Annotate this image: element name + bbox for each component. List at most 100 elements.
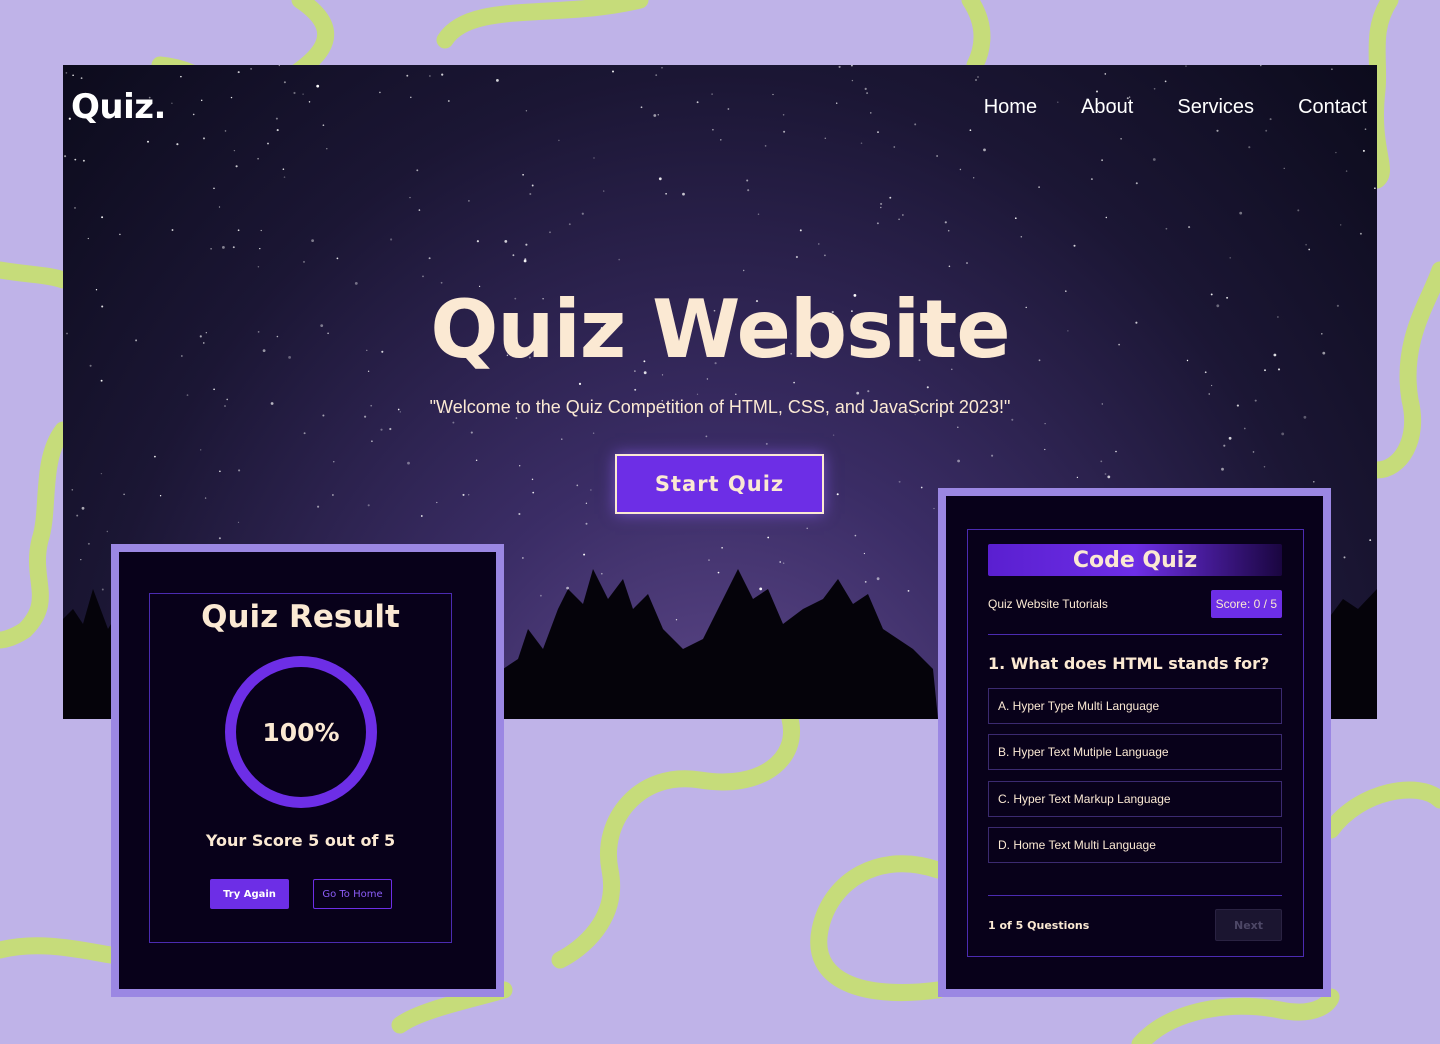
star [578, 382, 582, 385]
star [1044, 448, 1046, 451]
star [418, 209, 421, 211]
go-to-home-button[interactable]: Go To Home [313, 879, 392, 909]
star [832, 434, 835, 436]
star [568, 223, 571, 226]
star [525, 110, 528, 112]
star [380, 428, 383, 431]
star [783, 130, 786, 133]
nav-about-link[interactable]: About [1081, 96, 1133, 119]
star [1362, 149, 1365, 152]
star [237, 521, 240, 523]
star [504, 240, 508, 243]
star [914, 123, 917, 126]
question-text: 1. What does HTML stands for? [988, 654, 1270, 673]
star [260, 229, 262, 232]
star [757, 213, 760, 215]
star [1104, 73, 1107, 75]
nav-home-link[interactable]: Home [984, 96, 1037, 119]
main-nav: Home About Services Contact [984, 96, 1367, 119]
nav-services-link[interactable]: Services [1177, 96, 1254, 119]
star [870, 112, 872, 114]
star [836, 102, 838, 104]
star [233, 149, 236, 152]
star [81, 506, 85, 510]
star [1248, 146, 1251, 149]
star [824, 254, 826, 257]
star [1239, 211, 1243, 215]
star [1101, 159, 1103, 162]
star [735, 393, 737, 396]
star [441, 73, 444, 76]
star [864, 87, 867, 90]
star [159, 495, 162, 497]
option-d[interactable]: D. Home Text Multi Language [988, 827, 1282, 863]
star [926, 386, 929, 389]
star [1305, 243, 1307, 246]
star [1120, 137, 1122, 140]
star [192, 113, 195, 116]
star [71, 489, 74, 491]
star [1313, 481, 1315, 483]
star [302, 93, 304, 95]
star [818, 243, 820, 245]
star [795, 255, 798, 259]
star [1100, 460, 1103, 463]
star [1014, 217, 1017, 220]
star [257, 157, 259, 160]
star [561, 438, 563, 440]
logo[interactable]: Quiz. [71, 87, 166, 127]
star [529, 193, 532, 195]
score-ring: 100% [225, 656, 377, 808]
code-quiz-box: Code Quiz Quiz Website Tutorials Score: … [967, 529, 1304, 957]
start-quiz-button[interactable]: Start Quiz [615, 454, 824, 514]
star [447, 100, 450, 102]
star [1038, 186, 1040, 188]
next-button[interactable]: Next [1215, 909, 1282, 941]
star [531, 184, 534, 187]
star [316, 84, 320, 88]
star [1188, 226, 1191, 229]
star [603, 190, 605, 192]
star [171, 229, 174, 231]
star [525, 243, 528, 246]
star [1210, 384, 1213, 387]
option-c[interactable]: C. Hyper Text Markup Language [988, 781, 1282, 817]
star [210, 247, 212, 250]
star [389, 427, 392, 431]
star [317, 505, 320, 508]
option-b[interactable]: B. Hyper Text Mutiple Language [988, 734, 1282, 770]
quiz-result-panel: Quiz Result 100% Your Score 5 out of 5 T… [119, 552, 496, 989]
star [420, 515, 423, 517]
star [1164, 80, 1167, 83]
star [657, 114, 659, 116]
star [422, 275, 424, 278]
star [87, 542, 90, 545]
try-again-button[interactable]: Try Again [210, 879, 289, 909]
question-counter: 1 of 5 Questions [988, 919, 1090, 932]
star [336, 257, 339, 260]
star [799, 229, 802, 232]
option-a[interactable]: A. Hyper Type Multi Language [988, 688, 1282, 724]
star [767, 536, 770, 539]
star [278, 65, 280, 67]
star [974, 78, 978, 82]
star [80, 77, 83, 79]
star [876, 222, 879, 225]
star [119, 233, 121, 236]
star [87, 237, 89, 240]
star [880, 206, 882, 209]
star [74, 158, 77, 161]
star [476, 240, 479, 243]
star [585, 522, 588, 525]
nav-contact-link[interactable]: Contact [1298, 96, 1367, 119]
star [283, 81, 286, 84]
star [200, 99, 203, 102]
star [406, 74, 409, 77]
result-title: Quiz Result [201, 599, 400, 635]
star [1105, 216, 1108, 219]
star [200, 449, 202, 451]
star [65, 72, 68, 74]
hero-subtitle: "Welcome to the Quiz Competition of HTML… [429, 397, 1011, 417]
star [593, 157, 595, 159]
star [933, 507, 935, 510]
